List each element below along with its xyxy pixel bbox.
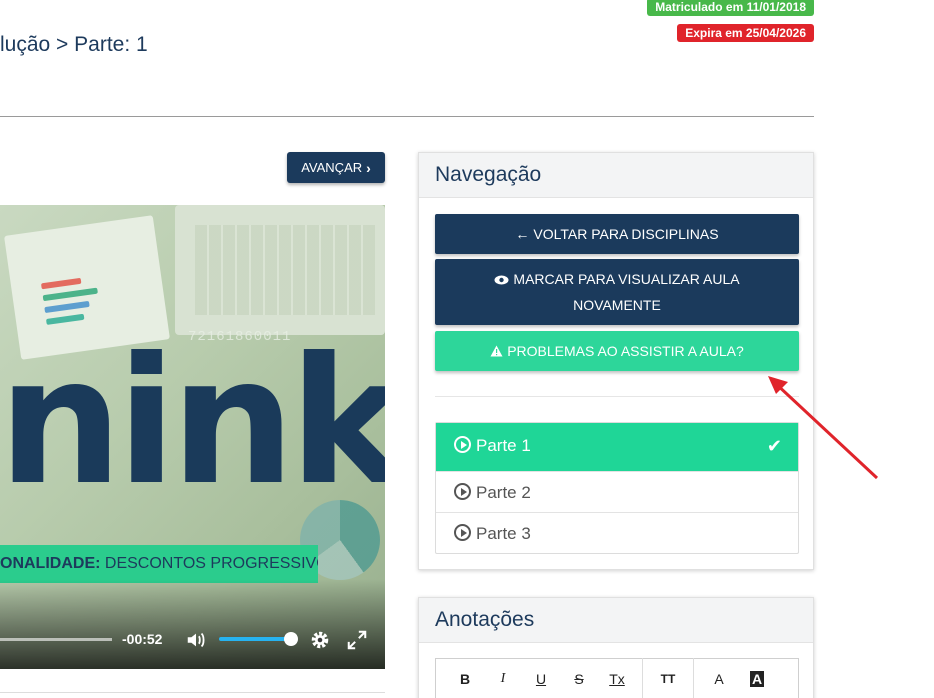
part-label: Parte 2 xyxy=(476,483,531,502)
video-player[interactable]: 72161860011 ninkr ONALIDADE: DESCONTOS P… xyxy=(0,205,385,669)
eye-icon xyxy=(494,266,509,292)
arrow-left-icon: ← xyxy=(515,226,530,242)
navigation-divider xyxy=(435,396,799,397)
strikethrough-button[interactable]: S xyxy=(560,671,598,687)
toolbar-separator xyxy=(693,658,694,698)
video-logo-text: ninkr xyxy=(0,321,385,524)
background-keyboard-image xyxy=(195,225,375,315)
warning-icon xyxy=(490,331,503,371)
video-controls: -00:52 xyxy=(0,625,385,655)
header-divider xyxy=(0,116,814,117)
promo-prefix: ONALIDADE: xyxy=(0,555,101,572)
gear-icon[interactable] xyxy=(309,629,331,651)
chevron-right-icon: › xyxy=(366,159,371,176)
volume-slider-handle[interactable] xyxy=(284,632,298,646)
part-item-2[interactable]: Parte 2 xyxy=(436,471,798,512)
mark-button-label-line1: MARCAR PARA VISUALIZAR AULA xyxy=(513,271,740,287)
play-circle-icon xyxy=(454,524,471,541)
notes-title: Anotações xyxy=(419,598,813,643)
part-item-3[interactable]: Parte 3 xyxy=(436,512,798,553)
red-annotation-arrow-icon xyxy=(768,376,879,480)
back-to-disciplines-button[interactable]: ← VOLTAR PARA DISCIPLINAS xyxy=(435,214,799,254)
bold-button[interactable]: B xyxy=(446,671,484,687)
font-size-button[interactable]: TT xyxy=(649,672,687,686)
volume-icon[interactable] xyxy=(185,629,207,651)
part-item-1[interactable]: Parte 1 ✔ xyxy=(436,423,798,471)
advance-button-label: AVANÇAR xyxy=(301,160,363,175)
part-label: Parte 3 xyxy=(476,524,531,543)
notes-panel: Anotações B I U S Tx TT A A xyxy=(418,597,814,698)
back-button-label: VOLTAR PARA DISCIPLINAS xyxy=(533,226,719,242)
video-promo-banner: ONALIDADE: DESCONTOS PROGRESSIVOS xyxy=(0,545,318,583)
italic-button[interactable]: I xyxy=(484,671,522,687)
problems-button-label: PROBLEMAS AO ASSISTIR A AULA? xyxy=(507,343,744,359)
video-progress-bar[interactable] xyxy=(0,638,112,641)
toolbar-separator xyxy=(642,658,643,698)
promo-text: DESCONTOS PROGRESSIVOS xyxy=(104,555,318,572)
video-controls-shade xyxy=(0,579,385,669)
mark-button-label-line2: NOVAMENTE xyxy=(573,297,661,313)
fullscreen-icon[interactable] xyxy=(346,629,368,651)
enrolled-badge: Matriculado em 11/01/2018 xyxy=(647,0,814,16)
part-label: Parte 1 xyxy=(476,436,531,455)
background-color-button[interactable]: A xyxy=(750,671,764,687)
volume-slider[interactable] xyxy=(219,637,291,641)
clear-format-button[interactable]: Tx xyxy=(598,671,636,687)
breadcrumb: lução > Parte: 1 xyxy=(0,33,148,56)
navigation-title: Navegação xyxy=(419,153,813,198)
video-bottom-divider xyxy=(0,692,385,693)
mark-to-review-button[interactable]: MARCAR PARA VISUALIZAR AULA NOVAMENTE xyxy=(435,259,799,325)
problems-watching-button[interactable]: PROBLEMAS AO ASSISTIR A AULA? xyxy=(435,331,799,371)
navigation-panel: Navegação ← VOLTAR PARA DISCIPLINAS MARCA… xyxy=(418,152,814,570)
parts-list: Parte 1 ✔ Parte 2 Parte 3 xyxy=(435,422,799,554)
video-time-remaining: -00:52 xyxy=(122,631,163,647)
play-circle-icon xyxy=(454,483,471,500)
play-circle-icon xyxy=(454,436,471,453)
editor-toolbar: B I U S Tx TT A A xyxy=(435,658,799,698)
font-color-button[interactable]: A xyxy=(700,671,738,687)
advance-button[interactable]: AVANÇAR › xyxy=(287,152,385,183)
underline-button[interactable]: U xyxy=(522,671,560,687)
expires-badge: Expira em 25/04/2026 xyxy=(677,24,814,42)
